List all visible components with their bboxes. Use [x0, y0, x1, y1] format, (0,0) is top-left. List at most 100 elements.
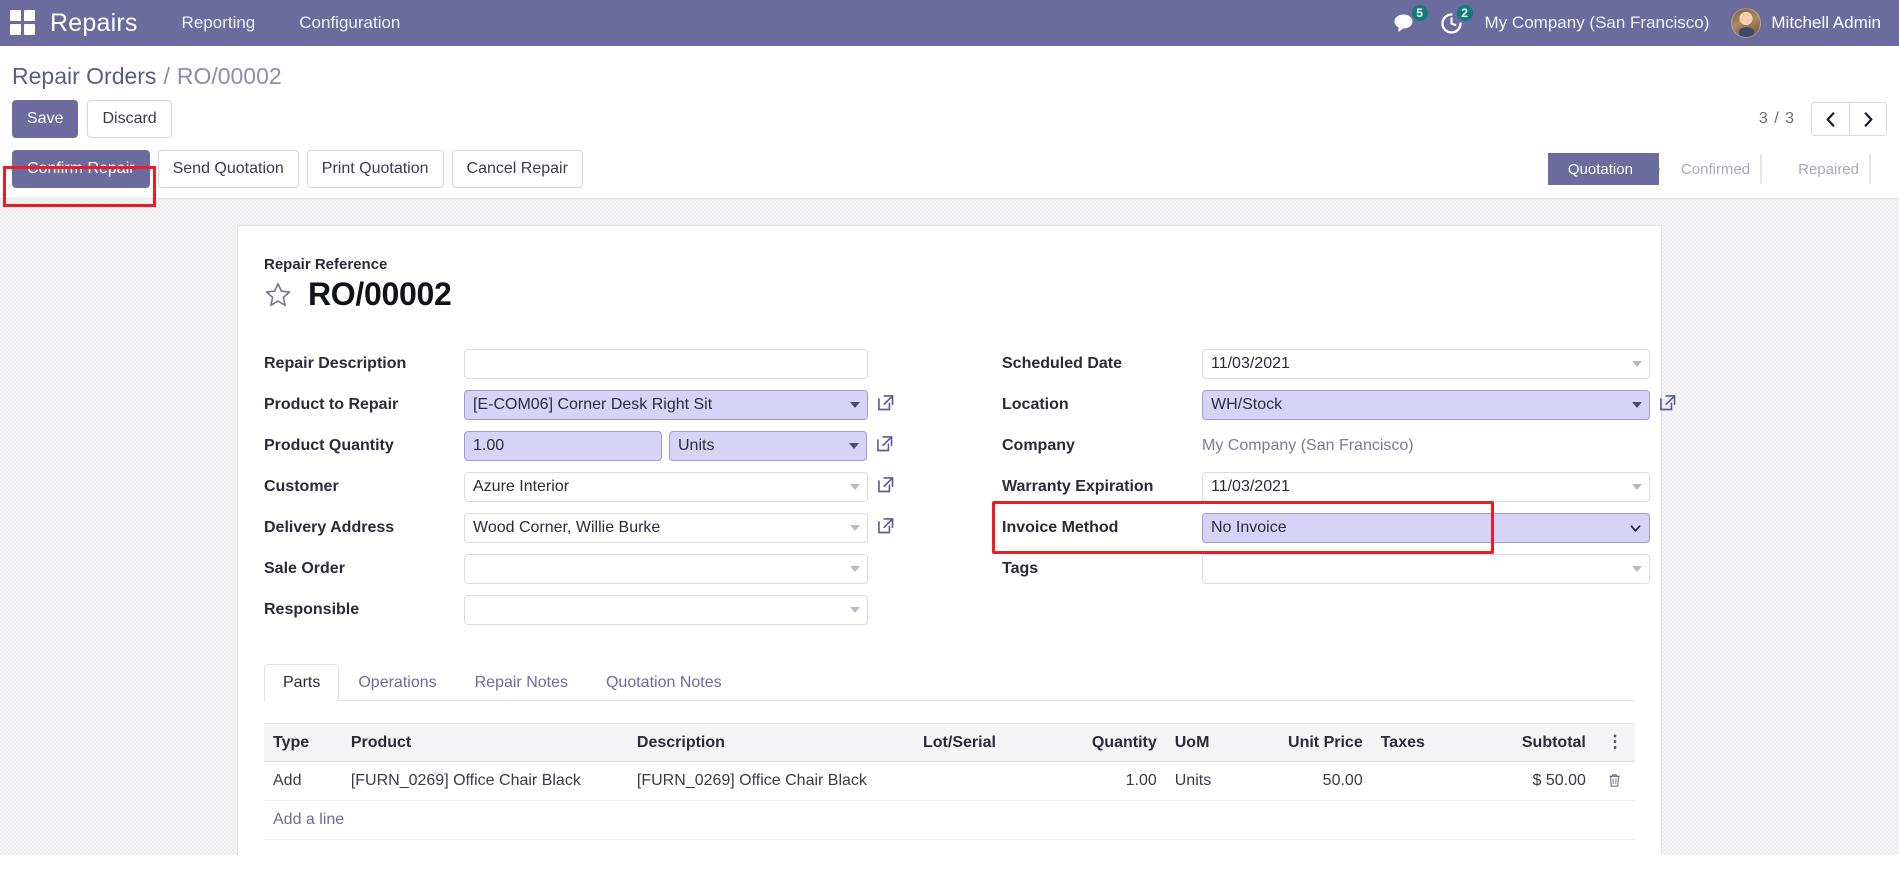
sale-order-input[interactable]: [464, 553, 868, 584]
field-company: Company My Company (San Francisco): [1002, 425, 1678, 466]
delivery-address-external-link-icon[interactable]: [875, 515, 896, 541]
repair-description-input[interactable]: [464, 348, 868, 379]
notebook: Parts Operations Repair Notes Quotation …: [264, 664, 1635, 855]
breadcrumb-root-repair-orders[interactable]: Repair Orders: [12, 63, 156, 90]
user-menu[interactable]: Mitchell Admin: [1731, 8, 1881, 38]
col-lot-serial[interactable]: Lot/Serial: [914, 723, 1040, 762]
chevron-right-icon[interactable]: [1849, 102, 1887, 136]
activities-clock-icon[interactable]: 2: [1440, 2, 1475, 35]
cancel-repair-button[interactable]: Cancel Repair: [451, 150, 583, 188]
field-delivery-address: Delivery Address Wood Corner, Willie Bur…: [264, 507, 954, 548]
delete-row-button[interactable]: [1594, 761, 1635, 801]
col-product[interactable]: Product: [341, 723, 628, 762]
label-delivery-address: Delivery Address: [264, 518, 395, 536]
product-uom-external-link-icon[interactable]: [874, 433, 895, 459]
responsible-input[interactable]: [464, 594, 868, 625]
scheduled-date-input[interactable]: 11/03/2021: [1202, 348, 1650, 379]
tab-parts[interactable]: Parts: [264, 664, 340, 701]
label-location: Location: [1002, 395, 1069, 413]
cell-unit-price[interactable]: 50.00: [1245, 761, 1372, 801]
confirm-repair-button[interactable]: Confirm Repair: [12, 150, 150, 188]
send-quotation-button[interactable]: Send Quotation: [157, 150, 299, 188]
table-row[interactable]: Add [FURN_0269] Office Chair Black [FURN…: [264, 761, 1635, 801]
apps-grid-icon[interactable]: [10, 10, 36, 36]
cell-uom[interactable]: Units: [1165, 761, 1246, 801]
app-brand-repairs[interactable]: Repairs: [50, 9, 138, 38]
menu-item-reporting[interactable]: Reporting: [182, 13, 256, 33]
repair-reference-label: Repair Reference: [264, 256, 388, 273]
cell-lot-serial[interactable]: [914, 761, 1040, 801]
chevron-down-icon: [1632, 483, 1642, 490]
customer-external-link-icon[interactable]: [875, 474, 896, 500]
chevron-left-icon[interactable]: [1811, 102, 1849, 136]
notebook-tabs: Parts Operations Repair Notes Quotation …: [264, 664, 1635, 701]
menu-item-configuration[interactable]: Configuration: [299, 13, 400, 33]
company-switcher[interactable]: My Company (San Francisco): [1485, 13, 1710, 33]
trash-icon: [1609, 774, 1621, 787]
col-description[interactable]: Description: [627, 723, 914, 762]
chevron-down-icon: [1632, 360, 1642, 367]
cell-subtotal[interactable]: $ 50.00: [1457, 761, 1595, 801]
cell-description[interactable]: [FURN_0269] Office Chair Black: [627, 761, 914, 801]
customer-value: Azure Interior: [473, 477, 570, 495]
save-button[interactable]: Save: [12, 100, 79, 138]
status-step-quotation[interactable]: Quotation: [1547, 153, 1660, 185]
invoice-method-select[interactable]: No Invoice: [1202, 512, 1650, 543]
location-value: WH/Stock: [1211, 395, 1283, 413]
location-input[interactable]: WH/Stock: [1202, 389, 1650, 420]
location-external-link-icon[interactable]: [1657, 392, 1678, 418]
form-group-right: Scheduled Date 11/03/2021 Location WH/St…: [992, 343, 1678, 630]
optional-columns-dots-icon[interactable]: ⋮: [1594, 723, 1635, 762]
cell-product[interactable]: [FURN_0269] Office Chair Black: [341, 761, 628, 801]
star-favorite-icon[interactable]: [264, 281, 292, 309]
apps-grid-square: [10, 24, 21, 35]
field-repair-description: Repair Description: [264, 343, 954, 384]
cell-taxes[interactable]: [1371, 761, 1458, 801]
field-warranty-expiration: Warranty Expiration 11/03/2021: [1002, 466, 1678, 507]
parts-table-head: Type Product Description Lot/Serial Quan…: [264, 723, 1635, 762]
label-tags: Tags: [1002, 559, 1039, 577]
status-step-repaired[interactable]: Repaired: [1778, 153, 1886, 185]
product-uom-input[interactable]: Units: [669, 430, 867, 461]
apps-grid-square: [24, 10, 35, 21]
col-unit-price[interactable]: Unit Price: [1245, 723, 1372, 762]
col-type[interactable]: Type: [264, 723, 342, 762]
top-navbar: Repairs Reporting Configuration 5 2 My C…: [0, 0, 1899, 46]
warranty-expiration-input[interactable]: 11/03/2021: [1202, 471, 1650, 502]
add-a-line-button[interactable]: Add a line: [273, 811, 344, 828]
messages-icon[interactable]: 5: [1393, 3, 1430, 34]
delivery-address-input[interactable]: Wood Corner, Willie Burke: [464, 512, 868, 543]
messages-count-badge: 5: [1409, 3, 1430, 23]
col-taxes[interactable]: Taxes: [1371, 723, 1458, 762]
scheduled-date-value: 11/03/2021: [1211, 354, 1290, 372]
tab-operations[interactable]: Operations: [339, 664, 455, 701]
discard-button[interactable]: Discard: [87, 100, 172, 138]
label-sale-order: Sale Order: [264, 559, 345, 577]
form-grid: Repair Description Product to Repair [E-…: [264, 343, 1676, 630]
apps-grid-square: [24, 24, 35, 35]
tab-repair-notes[interactable]: Repair Notes: [456, 664, 587, 701]
cell-type[interactable]: Add: [264, 761, 342, 801]
pager-count: 3 / 3: [1758, 110, 1795, 127]
status-bar: Quotation Confirmed Repaired: [1547, 153, 1887, 185]
cell-quantity[interactable]: 1.00: [1039, 761, 1166, 801]
col-uom[interactable]: UoM: [1165, 723, 1246, 762]
col-subtotal[interactable]: Subtotal: [1457, 723, 1595, 762]
record-pager: 3 / 3: [1759, 102, 1887, 136]
tab-quotation-notes[interactable]: Quotation Notes: [587, 664, 741, 701]
product-quantity-input[interactable]: 1.00: [464, 430, 662, 461]
field-tags: Tags: [1002, 548, 1678, 589]
status-step-confirmed[interactable]: Confirmed: [1660, 153, 1778, 185]
product-to-repair-external-link-icon[interactable]: [875, 392, 896, 418]
label-responsible: Responsible: [264, 600, 360, 618]
chevron-down-icon: [1630, 524, 1641, 532]
customer-input[interactable]: Azure Interior: [464, 471, 868, 502]
print-quotation-button[interactable]: Print Quotation: [306, 150, 444, 188]
main-menu: Reporting Configuration: [182, 13, 401, 33]
tags-input[interactable]: [1202, 553, 1650, 584]
label-product-to-repair: Product to Repair: [264, 395, 399, 413]
product-to-repair-input[interactable]: [E-COM06] Corner Desk Right Sit: [464, 389, 868, 420]
col-quantity[interactable]: Quantity: [1039, 723, 1166, 762]
product-to-repair-value: [E-COM06] Corner Desk Right Sit: [473, 395, 713, 413]
pager-buttons: [1811, 102, 1887, 136]
